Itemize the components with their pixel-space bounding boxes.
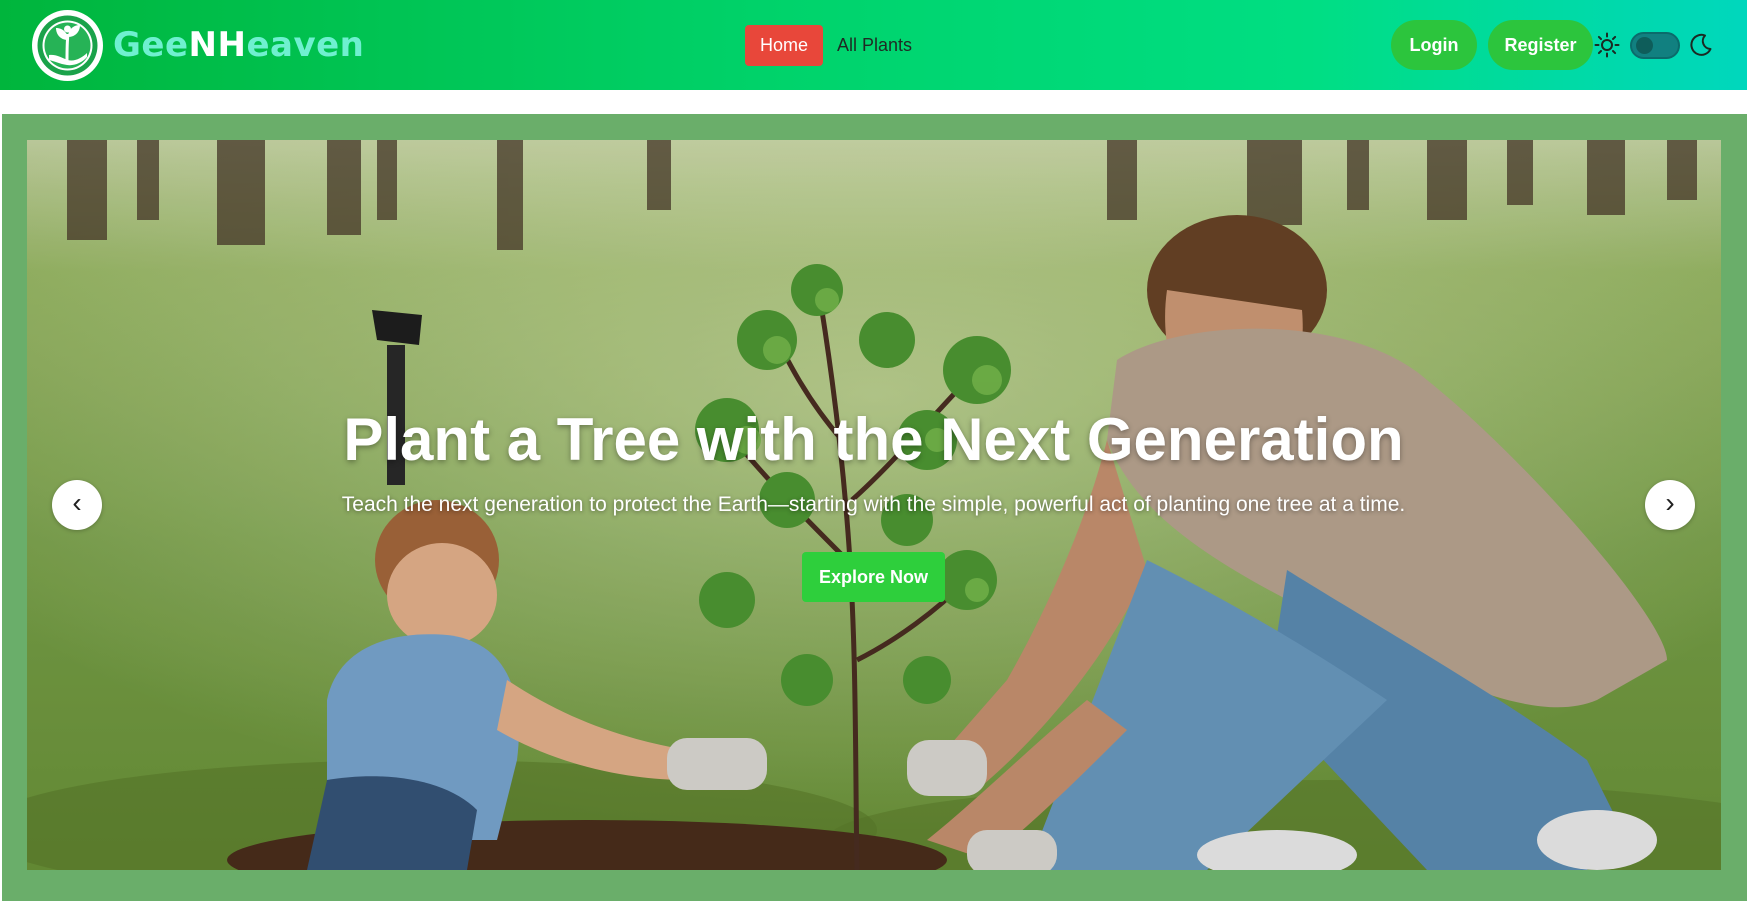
register-button[interactable]: Register	[1488, 20, 1593, 70]
hero-subtitle: Teach the next generation to protect the…	[341, 493, 1406, 516]
nav-all-plants-link[interactable]: All Plants	[837, 25, 912, 66]
brand-part-2: NH	[188, 25, 247, 65]
explore-now-button[interactable]: Explore Now	[802, 552, 945, 602]
brand-part-1: Gee	[113, 25, 189, 65]
hero-title: Plant a Tree with the Next Generation	[343, 406, 1404, 473]
sun-icon	[1594, 32, 1620, 58]
moon-icon	[1690, 33, 1712, 56]
carousel-prev-button[interactable]: ‹	[52, 480, 102, 530]
nav-home-link[interactable]: Home	[745, 25, 824, 66]
login-button[interactable]: Login	[1391, 20, 1477, 70]
navbar: GeeNHeaven Home All Plants Login Registe…	[0, 0, 1747, 90]
carousel-next-button[interactable]: ›	[1645, 480, 1695, 530]
brand-name[interactable]: GeeNHeaven	[113, 22, 364, 68]
brand-part-3: eaven	[246, 25, 365, 65]
theme-toggle-knob	[1636, 37, 1653, 54]
main-nav: Home All Plants	[745, 25, 912, 66]
logo[interactable]	[32, 10, 103, 81]
hand-holding-plant-icon	[37, 15, 98, 76]
theme-toggle[interactable]	[1630, 32, 1680, 59]
